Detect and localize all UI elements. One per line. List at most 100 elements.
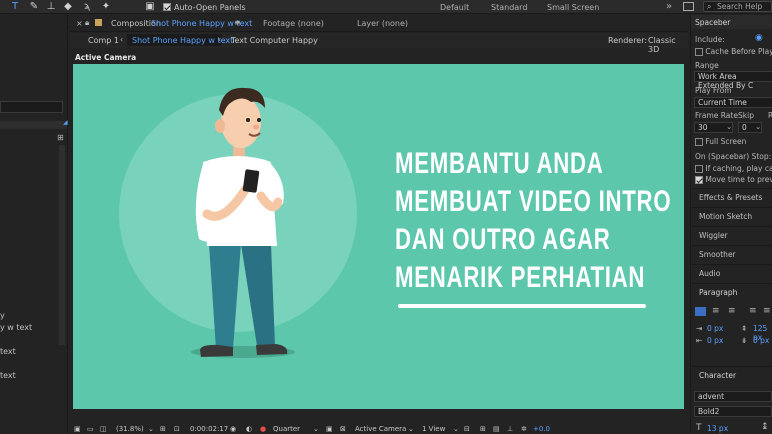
flowchart-icon[interactable]: ⊞ bbox=[57, 133, 64, 142]
always-preview-icon[interactable]: ▣ bbox=[74, 424, 81, 434]
audio-panel[interactable]: Audio bbox=[691, 264, 772, 283]
show-snapshot-icon[interactable]: ◐ bbox=[246, 424, 252, 434]
effects-presets-panel[interactable]: Effects & Presets bbox=[691, 188, 772, 207]
breadcrumb-separator-icon: ‹ bbox=[120, 35, 124, 44]
timeline-icon[interactable]: ▤ bbox=[493, 424, 500, 434]
align-right-icon[interactable]: ≡ bbox=[728, 306, 736, 316]
pixel-aspect-icon[interactable]: ⊟ bbox=[464, 424, 470, 434]
wiggler-panel[interactable]: Wiggler bbox=[691, 226, 772, 245]
project-item[interactable]: y w text bbox=[0, 323, 32, 332]
move-time-option[interactable]: Move time to preview t bbox=[695, 175, 772, 184]
breadcrumb-text-computer[interactable]: Text Computer Happy bbox=[231, 36, 318, 45]
camera-chevron-icon[interactable]: ⌄ bbox=[408, 424, 414, 434]
play-from-label: Play From bbox=[695, 86, 732, 95]
reset-exposure-icon[interactable]: ✲ bbox=[521, 424, 527, 434]
project-scrollbar[interactable] bbox=[59, 145, 65, 345]
font-family-dropdown[interactable]: advent bbox=[694, 391, 772, 402]
sync-settings-icon[interactable] bbox=[683, 2, 694, 11]
sort-arrow-icon[interactable]: ◢ bbox=[63, 119, 68, 126]
mask-visibility-icon[interactable]: ◫ bbox=[100, 424, 107, 434]
layer-tab[interactable]: Layer (none) bbox=[357, 19, 408, 28]
skip-chevron-icon[interactable]: ⌄ bbox=[755, 122, 761, 131]
resolution-chevron-icon[interactable]: ⌄ bbox=[313, 424, 319, 434]
zoom-level[interactable]: (31.8%) bbox=[116, 424, 144, 434]
region-of-interest-icon[interactable]: ⊡ bbox=[174, 424, 180, 434]
range-label: Range bbox=[695, 61, 719, 70]
zoom-dropdown-icon[interactable]: ⌄ bbox=[148, 424, 154, 434]
more-workspaces-icon[interactable]: » bbox=[666, 1, 672, 12]
font-size-value[interactable]: 13 px bbox=[707, 424, 728, 433]
if-caching-option[interactable]: If caching, play cached bbox=[695, 164, 772, 173]
skip-label: Skip bbox=[738, 111, 754, 120]
view-layout-dropdown[interactable]: 1 View bbox=[422, 424, 445, 434]
paragraph-panel-header: Paragraph bbox=[691, 283, 772, 303]
toggle-3d-icon[interactable]: ⊞ bbox=[480, 424, 486, 434]
project-item[interactable]: text bbox=[0, 347, 16, 356]
smoother-panel[interactable]: Smoother bbox=[691, 245, 772, 264]
composition-viewer[interactable]: MEMBANTU ANDA MEMBUAT VIDEO INTRO DAN OU… bbox=[73, 64, 684, 409]
left-leg bbox=[209, 244, 241, 349]
left-shoe bbox=[200, 344, 233, 357]
view-layout-chevron-icon[interactable]: ⌄ bbox=[453, 424, 459, 434]
current-time[interactable]: 0:00:02:17 bbox=[190, 424, 228, 434]
workspace-small-screen[interactable]: Small Screen bbox=[547, 3, 599, 12]
indent-left-value[interactable]: 0 px bbox=[707, 324, 723, 333]
play-from-dropdown[interactable]: Current Time bbox=[694, 97, 772, 108]
breadcrumb-comp-1[interactable]: Comp 1 bbox=[88, 36, 119, 45]
roto-brush-tool-icon[interactable]: ϡ bbox=[80, 0, 94, 14]
include-video-icon[interactable]: ◉ bbox=[755, 33, 763, 43]
composition-panel-header: × 🔒︎ Composition Shot Phone Happy w text… bbox=[70, 15, 688, 32]
renderer-value[interactable]: Classic 3D bbox=[648, 36, 688, 54]
fast-preview-icon[interactable]: ▣ bbox=[326, 424, 333, 434]
transparency-grid-icon[interactable]: ⊠ bbox=[340, 424, 346, 434]
workspace-standard[interactable]: Standard bbox=[491, 3, 527, 12]
panel-menu-icon[interactable]: ≡ bbox=[234, 18, 241, 27]
project-item[interactable]: y bbox=[0, 311, 5, 320]
align-center-icon[interactable]: ≡ bbox=[712, 306, 720, 316]
full-screen-option[interactable]: Full Screen bbox=[695, 137, 746, 146]
headline-line-4: MENARIK PERHATIAN bbox=[395, 261, 646, 294]
lock-icon[interactable]: 🔒︎ bbox=[85, 18, 89, 28]
clone-stamp-tool-icon[interactable]: ⊥ bbox=[44, 0, 58, 14]
cache-before-playback-option[interactable]: Cache Before Playback bbox=[695, 47, 772, 56]
workspace-default[interactable]: Default bbox=[440, 3, 469, 12]
justify-last-center-icon[interactable]: ≡ bbox=[763, 306, 771, 316]
motion-sketch-panel[interactable]: Motion Sketch bbox=[691, 207, 772, 226]
camera-view-dropdown[interactable]: Active Camera bbox=[355, 424, 406, 434]
right-leg bbox=[241, 244, 275, 346]
grid-icon[interactable]: ⊞ bbox=[160, 424, 166, 434]
display-icon[interactable]: ▭ bbox=[87, 424, 94, 434]
spacebar-stop-label: On (Spacebar) Stop: bbox=[695, 152, 772, 161]
panel-toggle-icon[interactable]: ▣ bbox=[143, 0, 157, 14]
project-panel: ◢ ⊞ y y w text text text bbox=[0, 15, 68, 434]
flowchart-icon[interactable]: ⊥ bbox=[507, 424, 513, 434]
project-search-field[interactable] bbox=[0, 101, 63, 113]
justify-last-left-icon[interactable]: ≡ bbox=[749, 306, 757, 316]
indent-first-line-value[interactable]: 0 px bbox=[707, 336, 723, 345]
frame-rate-chevron-icon[interactable]: ⌄ bbox=[726, 122, 732, 131]
exposure-value[interactable]: +0.0 bbox=[533, 424, 550, 434]
font-style-dropdown[interactable]: Bold2 bbox=[694, 406, 772, 417]
snapshot-icon[interactable]: ◉ bbox=[230, 424, 236, 434]
viewer-controls-bar: ▣ ▭ ◫ (31.8%) ⌄ ⊞ ⊡ 0:00:02:17 ◉ ◐ ● Qua… bbox=[70, 424, 688, 434]
project-item[interactable]: text bbox=[0, 371, 16, 380]
search-help-input[interactable]: ⌕ Search Help bbox=[703, 1, 772, 12]
search-placeholder: Search Help bbox=[717, 2, 763, 11]
space-after-value[interactable]: 0 px bbox=[753, 336, 769, 345]
auto-open-panels-checkbox[interactable] bbox=[163, 2, 171, 11]
brush-tool-icon[interactable]: ✎ bbox=[27, 0, 41, 14]
space-before-icon: ⇞ bbox=[741, 324, 748, 333]
type-tool-icon[interactable]: T bbox=[8, 0, 22, 14]
align-left-icon[interactable] bbox=[695, 307, 706, 316]
range-dropdown[interactable]: Work Area Extended By C bbox=[694, 71, 772, 90]
channel-icon[interactable]: ● bbox=[260, 424, 266, 434]
footage-tab[interactable]: Footage (none) bbox=[263, 19, 324, 28]
eraser-tool-icon[interactable]: ◆ bbox=[61, 0, 75, 14]
close-tab-icon[interactable]: × bbox=[76, 19, 83, 28]
headline-line-3: DAN OUTRO AGAR bbox=[395, 223, 611, 256]
composition-color-icon bbox=[95, 19, 102, 26]
paragraph-title: Paragraph bbox=[699, 288, 738, 297]
puppet-pin-tool-icon[interactable]: ✦ bbox=[99, 0, 113, 14]
full-screen-label: Full Screen bbox=[705, 137, 747, 146]
resolution-dropdown[interactable]: Quarter bbox=[273, 424, 300, 434]
